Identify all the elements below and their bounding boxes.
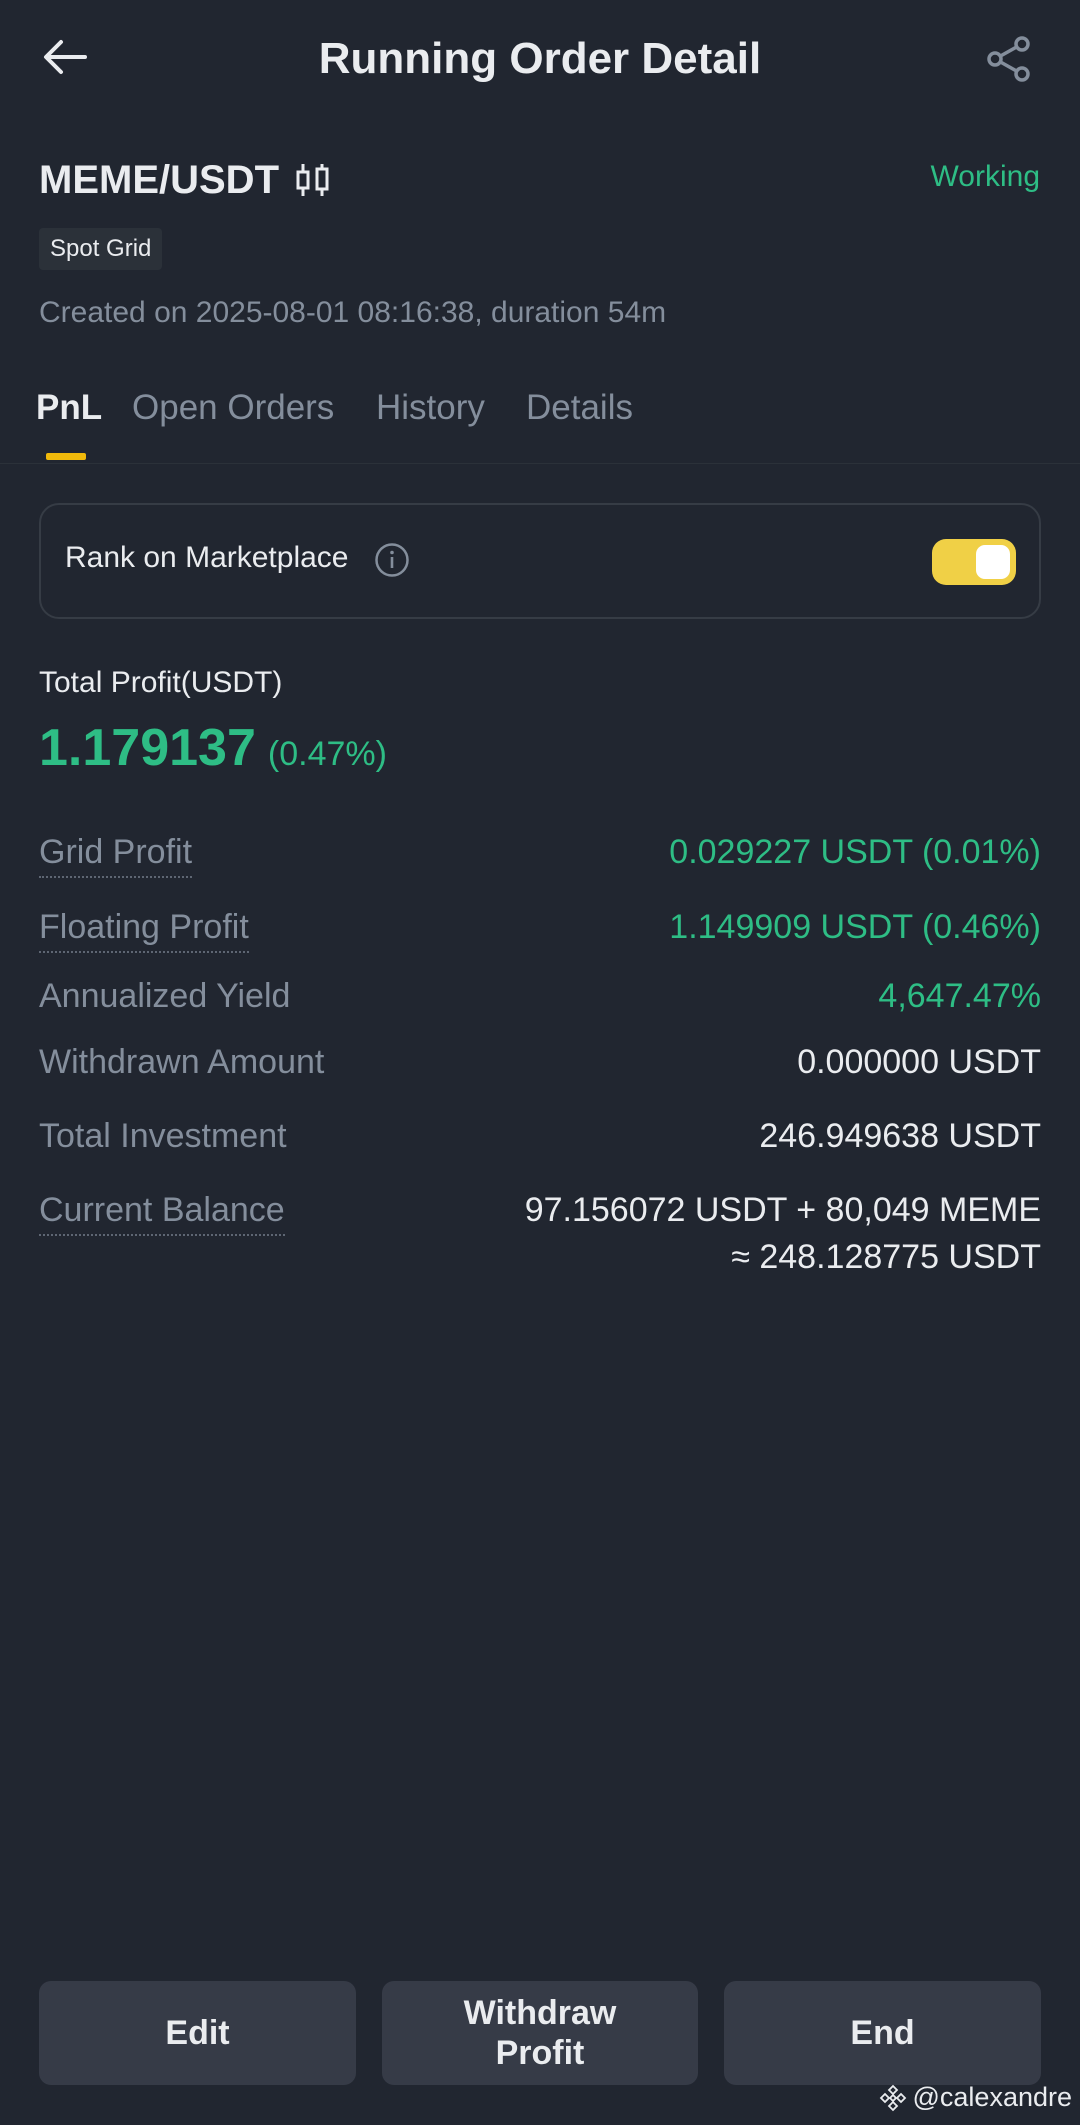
end-button-label: End: [850, 2014, 915, 2052]
current-balance-value: 97.156072 USDT + 80,049 MEME ≈ 248.12877…: [525, 1191, 1041, 1277]
total-profit-percent: (0.47%): [267, 735, 387, 773]
strategy-badge: Spot Grid: [39, 228, 163, 270]
floating-profit-label[interactable]: Floating Profit: [39, 908, 249, 953]
status-label: Working: [930, 160, 1040, 193]
created-info: Created on 2025-08-01 08:16:38, duration…: [39, 296, 667, 329]
tab-bar: PnL Open Orders History Details: [0, 380, 1080, 464]
withdraw-profit-label: Withdraw Profit: [464, 1993, 617, 2073]
grid-profit-label[interactable]: Grid Profit: [39, 833, 193, 878]
tab-history[interactable]: History: [376, 388, 485, 428]
grid-profit-value: 0.029227 USDT (0.01%): [669, 833, 1041, 871]
total-investment-label: Total Investment: [39, 1117, 287, 1155]
watermark-text: @calexandre: [912, 2082, 1073, 2112]
share-button[interactable]: [982, 32, 1036, 86]
watermark: @calexandre: [879, 2082, 1073, 2113]
withdrawn-amount-value: 0.000000 USDT: [797, 1043, 1041, 1081]
annualized-yield-value: 4,647.47%: [878, 977, 1041, 1015]
active-tab-indicator: [46, 453, 86, 460]
end-button[interactable]: End: [724, 1981, 1041, 2085]
withdrawn-amount-label: Withdrawn Amount: [39, 1043, 325, 1081]
header: Running Order Detail: [0, 0, 1080, 120]
toggle-knob: [976, 545, 1010, 579]
annualized-yield-label: Annualized Yield: [39, 977, 291, 1015]
binance-logo-icon: [879, 2084, 906, 2111]
candlestick-chart-icon[interactable]: [295, 160, 331, 200]
current-balance-line2: ≈ 248.128775 USDT: [731, 1238, 1041, 1276]
withdraw-label-line2: Profit: [495, 2034, 585, 2072]
order-detail-screen: Running Order Detail MEME/USDT Working S…: [0, 0, 1080, 2125]
rank-toggle[interactable]: [932, 539, 1016, 585]
share-icon: [987, 36, 1030, 82]
pair-name: MEME/USDT: [39, 157, 279, 202]
tab-pnl[interactable]: PnL: [36, 388, 102, 428]
current-balance-label[interactable]: Current Balance: [39, 1191, 285, 1236]
tab-details[interactable]: Details: [526, 388, 633, 428]
total-profit-label: Total Profit(USDT): [39, 666, 283, 699]
edit-button-label: Edit: [165, 2014, 230, 2052]
withdraw-label-line1: Withdraw: [463, 1994, 617, 2032]
pair-row: MEME/USDT: [39, 152, 331, 208]
rank-marketplace-card: Rank on Marketplace: [39, 503, 1041, 619]
rank-label: Rank on Marketplace: [65, 541, 349, 574]
total-profit-value: 1.179137 (0.47%): [39, 718, 387, 778]
tab-open-orders[interactable]: Open Orders: [132, 388, 334, 428]
edit-button[interactable]: Edit: [39, 1981, 356, 2085]
floating-profit-value: 1.149909 USDT (0.46%): [669, 908, 1041, 946]
withdraw-profit-button[interactable]: Withdraw Profit: [382, 1981, 698, 2085]
info-icon[interactable]: [374, 542, 410, 578]
page-title: Running Order Detail: [318, 34, 762, 83]
total-investment-value: 246.949638 USDT: [759, 1117, 1041, 1155]
total-profit-amount: 1.179137: [39, 719, 256, 777]
current-balance-line1: 97.156072 USDT + 80,049 MEME: [524, 1191, 1041, 1229]
